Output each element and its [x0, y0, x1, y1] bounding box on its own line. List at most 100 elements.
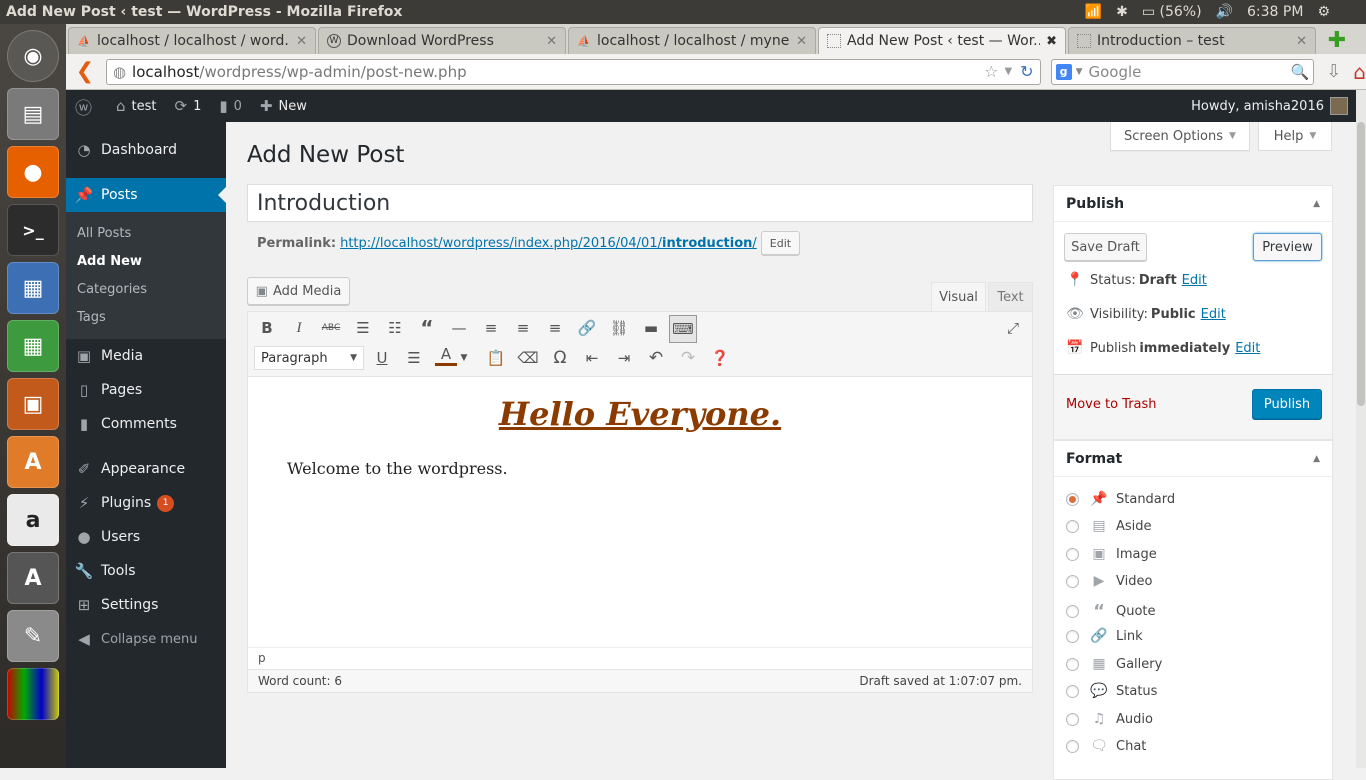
bullet-list-icon[interactable]: ☰: [349, 314, 377, 342]
menu-media[interactable]: ▣ Media: [66, 339, 226, 373]
align-left-icon[interactable]: ≡: [477, 314, 505, 342]
fullscreen-icon[interactable]: ⤢: [999, 314, 1027, 342]
files-icon[interactable]: ▤: [7, 88, 59, 140]
toolbar-toggle-icon[interactable]: ⌨: [669, 315, 697, 343]
close-tab-icon[interactable]: ✕: [1296, 34, 1307, 49]
bluetooth-icon[interactable]: ✱: [1116, 4, 1128, 20]
radio-status[interactable]: [1066, 684, 1079, 698]
impress-icon[interactable]: ▣: [7, 378, 59, 430]
status-edit-link[interactable]: Edit: [1182, 273, 1207, 288]
wp-logo-menu[interactable]: ⓦ: [66, 90, 107, 122]
home-icon[interactable]: ⌂: [1353, 60, 1366, 84]
menu-settings[interactable]: ⊞ Settings: [66, 588, 226, 622]
publish-button[interactable]: Publish: [1252, 389, 1322, 419]
menu-appearance[interactable]: ✐ Appearance: [66, 452, 226, 486]
amazon-icon[interactable]: a: [7, 494, 59, 546]
menu-posts[interactable]: 📌 Posts: [66, 178, 226, 212]
downloads-icon[interactable]: ⇩: [1326, 61, 1341, 82]
blockquote-icon[interactable]: “: [413, 314, 441, 342]
content-paragraph[interactable]: Welcome to the wordpress.: [287, 459, 1032, 478]
search-bar[interactable]: g ▼ Google 🔍: [1050, 58, 1315, 85]
back-button[interactable]: ❮: [70, 59, 100, 84]
move-to-trash-link[interactable]: Move to Trash: [1066, 397, 1157, 412]
paste-text-icon[interactable]: 📋: [482, 344, 510, 372]
account-menu[interactable]: Howdy, amisha2016: [1191, 97, 1356, 115]
terminal-icon[interactable]: >_: [7, 204, 59, 256]
menu-tools[interactable]: 🔧 Tools: [66, 554, 226, 588]
help-button[interactable]: Help ▼: [1258, 122, 1332, 151]
link-icon[interactable]: 🔗: [573, 314, 601, 342]
radio-audio[interactable]: [1066, 712, 1079, 726]
close-tab-icon[interactable]: ✕: [546, 34, 557, 49]
close-tab-icon[interactable]: ✕: [796, 34, 807, 49]
align-right-icon[interactable]: ≡: [541, 314, 569, 342]
new-tab-button[interactable]: ✚: [1324, 28, 1350, 53]
publish-box-header[interactable]: Publish ▲: [1054, 186, 1332, 222]
radio-quote[interactable]: [1066, 605, 1079, 618]
clock[interactable]: 6:38 PM: [1247, 4, 1303, 20]
save-draft-button[interactable]: Save Draft: [1064, 233, 1147, 261]
system-settings-icon[interactable]: ✎: [7, 610, 59, 662]
radio-chat[interactable]: [1066, 739, 1079, 753]
radio-link[interactable]: [1066, 629, 1079, 643]
permalink-edit-button[interactable]: Edit: [760, 231, 801, 255]
format-option-status[interactable]: 💬 Status: [1066, 683, 1157, 699]
help-icon[interactable]: ❓: [706, 344, 734, 372]
editor-content-area[interactable]: Hello Everyone. Welcome to the wordpress…: [248, 377, 1032, 647]
menu-dashboard[interactable]: ◔ Dashboard: [66, 133, 226, 167]
format-option-quote[interactable]: “ Quote: [1066, 601, 1156, 622]
underline-icon[interactable]: U: [368, 344, 396, 372]
redo-icon[interactable]: ↷: [674, 344, 702, 372]
strikethrough-icon[interactable]: ABC: [317, 314, 345, 342]
format-option-aside[interactable]: ▤ Aside: [1066, 518, 1152, 534]
text-color-icon[interactable]: A: [435, 344, 457, 366]
bookmark-star-icon[interactable]: ☆: [984, 62, 998, 81]
read-more-icon[interactable]: ▬: [637, 314, 665, 342]
italic-icon[interactable]: I: [285, 314, 313, 342]
battery-icon[interactable]: ▭ (56%): [1142, 4, 1202, 20]
indent-icon[interactable]: ⇥: [610, 344, 638, 372]
content-heading[interactable]: Hello Everyone.: [248, 395, 1032, 433]
outdent-icon[interactable]: ⇤: [578, 344, 606, 372]
wifi-icon[interactable]: 📶: [1085, 4, 1102, 20]
writer-icon[interactable]: ▦: [7, 262, 59, 314]
page-scrollbar[interactable]: [1356, 90, 1366, 768]
numbered-list-icon[interactable]: ☷: [381, 314, 409, 342]
reload-icon[interactable]: ↻: [1020, 62, 1033, 81]
format-option-gallery[interactable]: ▦ Gallery: [1066, 656, 1162, 672]
workspace-icon[interactable]: [7, 668, 59, 720]
clear-formatting-icon[interactable]: ⌫: [514, 344, 542, 372]
format-box-header[interactable]: Format ▲: [1054, 441, 1332, 477]
radio-image[interactable]: [1066, 547, 1079, 561]
dash-home-icon[interactable]: ◉: [7, 30, 59, 82]
add-media-button[interactable]: ▣ Add Media: [247, 277, 350, 305]
text-color-dropdown-icon[interactable]: ▼: [456, 344, 472, 372]
unlink-icon[interactable]: ⛓: [605, 314, 633, 342]
volume-icon[interactable]: 🔊: [1216, 4, 1233, 20]
format-option-video[interactable]: ▶ Video: [1066, 573, 1152, 589]
site-name-menu[interactable]: ⌂ test: [107, 90, 166, 122]
permalink-link[interactable]: http://localhost/wordpress/index.php/201…: [340, 236, 757, 251]
format-option-chat[interactable]: 🗨 Chat: [1066, 738, 1146, 754]
updater-icon[interactable]: A: [7, 552, 59, 604]
dropdown-icon[interactable]: ▼: [1004, 66, 1012, 77]
menu-plugins[interactable]: ⚡ Plugins 1: [66, 486, 226, 520]
format-option-standard[interactable]: 📌 Standard: [1066, 491, 1175, 507]
tab-add-new-post[interactable]: Add New Post ‹ test — Wor... ✖: [818, 27, 1066, 54]
format-option-link[interactable]: 🔗 Link: [1066, 628, 1143, 644]
close-tab-icon[interactable]: ✖: [1046, 34, 1057, 49]
tab-visual[interactable]: Visual: [931, 282, 986, 311]
collapse-menu[interactable]: ◀ Collapse menu: [66, 622, 226, 656]
radio-gallery[interactable]: [1066, 657, 1079, 671]
submenu-categories[interactable]: Categories: [66, 275, 226, 303]
preview-button[interactable]: Preview: [1253, 233, 1322, 261]
horizontal-line-icon[interactable]: —: [445, 314, 473, 342]
url-bar[interactable]: ◍ localhost/wordpress/wp-admin/post-new.…: [105, 58, 1041, 85]
power-icon[interactable]: ⚙: [1317, 4, 1330, 20]
format-option-image[interactable]: ▣ Image: [1066, 546, 1157, 562]
visibility-edit-link[interactable]: Edit: [1201, 307, 1226, 322]
undo-icon[interactable]: ↶: [642, 344, 670, 372]
collapse-toggle-icon[interactable]: ▲: [1313, 454, 1320, 464]
search-engine-dropdown-icon[interactable]: ▼: [1076, 67, 1083, 77]
paragraph-format-select[interactable]: Paragraph ▼: [254, 346, 364, 370]
